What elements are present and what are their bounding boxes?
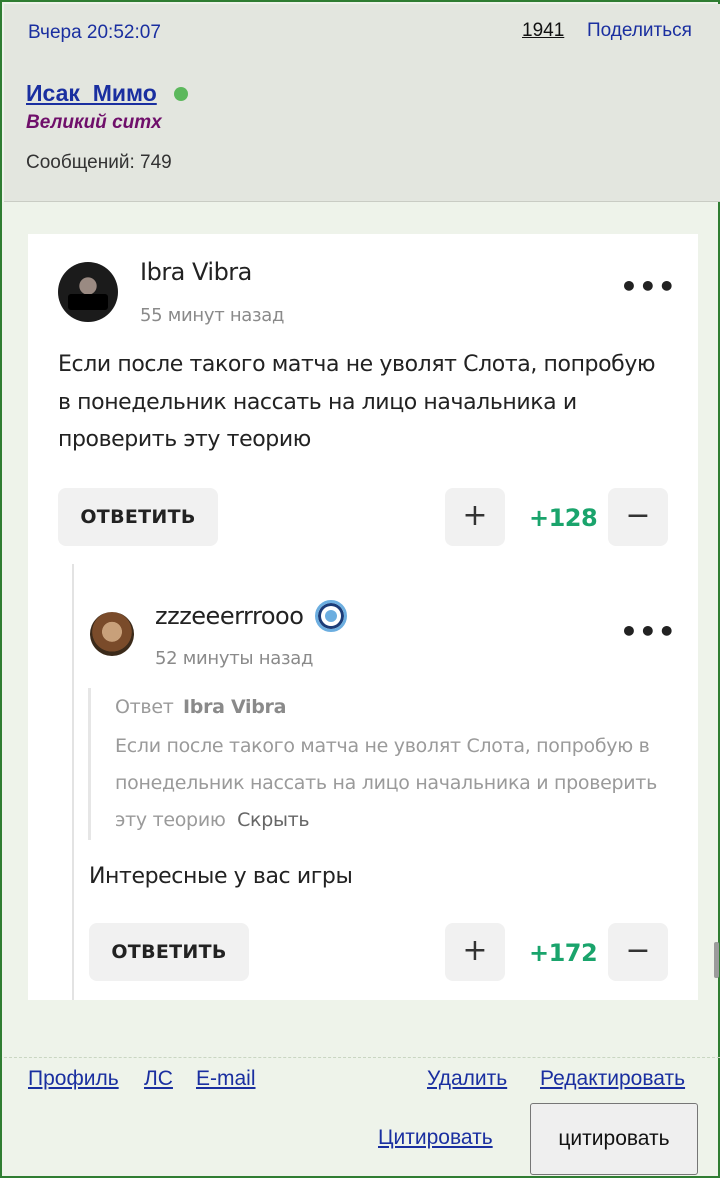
author-post-count: Сообщений: 749: [26, 152, 172, 173]
avatar: [58, 262, 118, 322]
quoted-comment: Ответ Ibra Vibra Если после такого матча…: [88, 688, 668, 840]
comment-author: Ibra Vibra: [140, 258, 252, 286]
quote-link[interactable]: Цитировать: [378, 1126, 493, 1150]
comment-text-line: Если после такого матча не уволят Слота,…: [58, 352, 656, 377]
delete-link[interactable]: Удалить: [427, 1067, 507, 1091]
comment-text-line: проверить эту теорию: [58, 427, 311, 452]
forum-post: Вчера 20:52:07 1941 Поделиться Исак_Мимо…: [0, 0, 720, 1178]
post-header: Вчера 20:52:07 1941 Поделиться Исак_Мимо…: [4, 4, 720, 202]
upvote-button[interactable]: +: [445, 488, 505, 546]
reply-time: 52 минуты назад: [155, 648, 314, 669]
avatar: [90, 612, 134, 656]
private-message-link[interactable]: ЛС: [144, 1067, 173, 1091]
online-status-icon: [174, 87, 188, 101]
embedded-comment-screenshot: Ibra Vibra 55 минут назад ••• Если после…: [28, 234, 698, 1000]
more-options-icon[interactable]: •••: [620, 273, 677, 301]
post-number-link[interactable]: 1941: [522, 20, 564, 42]
quote-text-line: эту теорию: [115, 809, 226, 831]
quote-text-line: понедельник нассать на лицо начальника и…: [115, 772, 657, 794]
email-link[interactable]: E-mail: [196, 1067, 256, 1091]
reply-button[interactable]: ОТВЕТИТЬ: [58, 488, 218, 546]
scrollbar-thumb[interactable]: [714, 942, 719, 978]
quote-button[interactable]: цитировать: [530, 1103, 698, 1175]
post-timestamp: Вчера 20:52:07: [28, 22, 161, 43]
reply-author: zzzeeerrrooo: [155, 602, 304, 630]
author-name-link[interactable]: Исак_Мимо: [26, 80, 157, 107]
quote-text: Если после такого матча не уволят Слота,…: [115, 728, 675, 839]
upvote-button[interactable]: +: [445, 923, 505, 981]
profile-link[interactable]: Профиль: [28, 1067, 119, 1091]
thread-line: [72, 564, 74, 1000]
reply-button[interactable]: ОТВЕТИТЬ: [89, 923, 249, 981]
quote-author: Ibra Vibra: [183, 696, 287, 718]
comment-text-line: в понедельник нассать на лицо начальника…: [58, 390, 577, 415]
quote-text-line: Если после такого матча не уволят Слота,…: [115, 735, 650, 757]
edit-link[interactable]: Редактировать: [540, 1067, 685, 1091]
more-options-icon[interactable]: •••: [620, 618, 677, 646]
hide-quote-link[interactable]: Скрыть: [237, 809, 310, 831]
reply-text: Интересные у вас игры: [89, 864, 353, 889]
downvote-button[interactable]: −: [608, 923, 668, 981]
share-link[interactable]: Поделиться: [587, 20, 692, 42]
post-footer: Профиль ЛС E-mail Удалить Редактировать …: [4, 1057, 720, 1178]
comment-score: +128: [529, 504, 598, 532]
reply-score: +172: [529, 939, 598, 967]
author-rank: Великий ситх: [26, 112, 162, 133]
comment-time: 55 минут назад: [140, 305, 285, 326]
downvote-button[interactable]: −: [608, 488, 668, 546]
manchester-city-badge-icon: [315, 600, 347, 632]
quote-label: Ответ: [115, 696, 174, 718]
